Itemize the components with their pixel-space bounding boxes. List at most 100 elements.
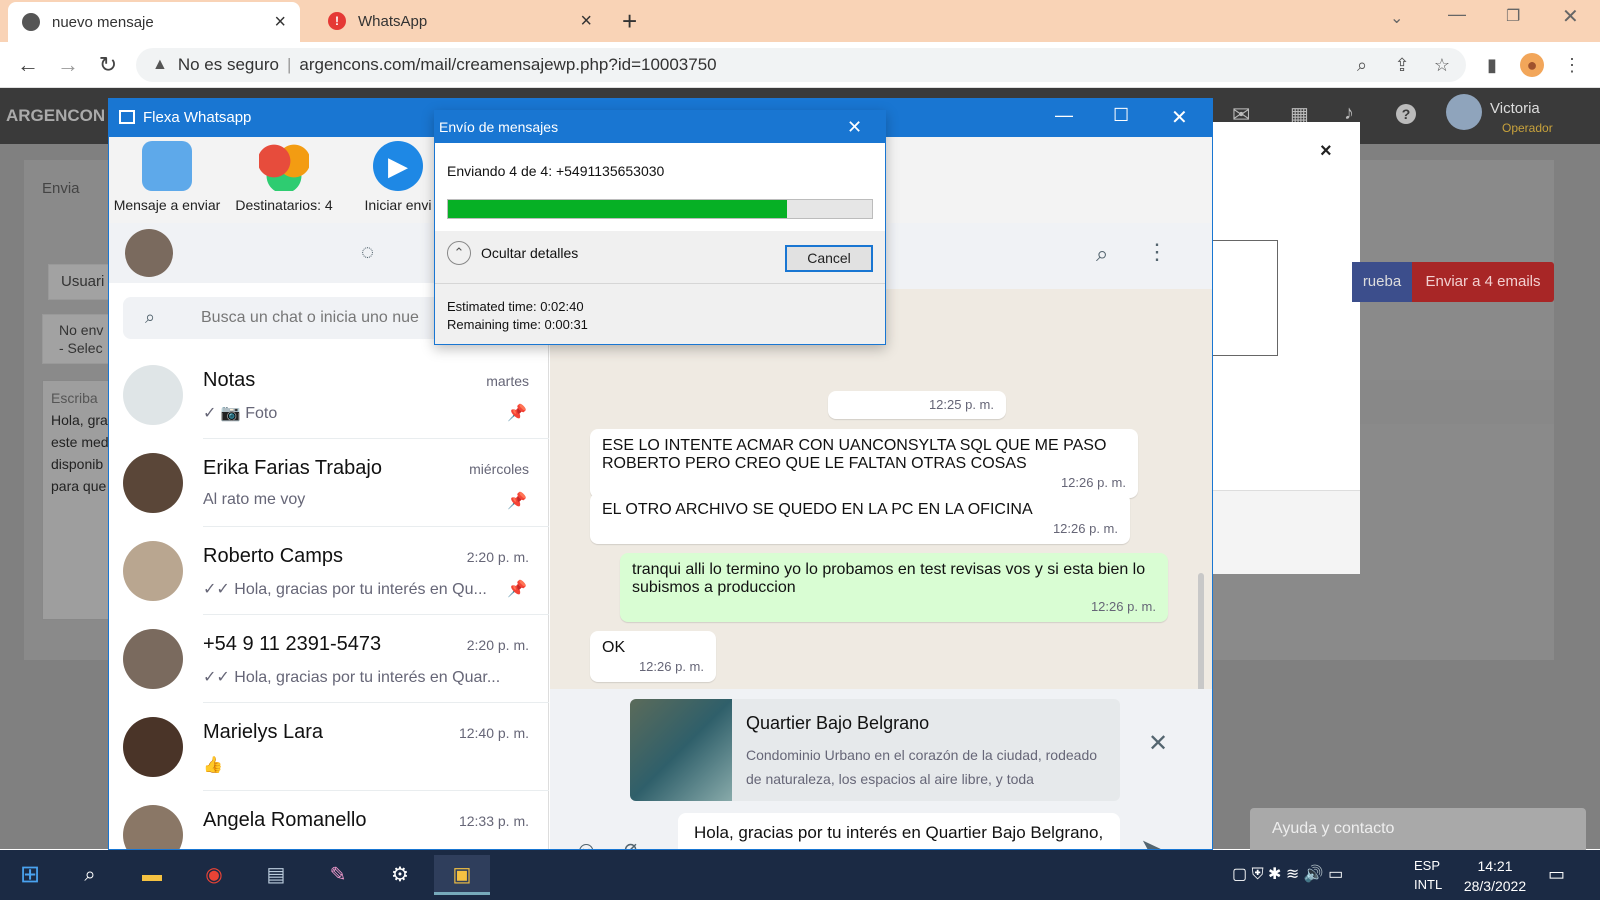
envia-label: Envia [42, 180, 80, 197]
menu-icon[interactable]: ⋮ [1560, 53, 1584, 77]
windows-start-icon[interactable]: ⊞ [2, 855, 58, 895]
attach-icon[interactable]: ⌀ [624, 835, 637, 849]
recipients-select[interactable]: No env - Selec [42, 314, 114, 364]
scrollbar[interactable] [1198, 573, 1204, 693]
flexa-title: Flexa Whatsapp [143, 109, 252, 126]
close-icon[interactable]: ✕ [1171, 105, 1188, 130]
warning-icon: ! [328, 12, 346, 30]
tab-nuevo-mensaje[interactable]: nuevo mensaje × [8, 2, 300, 42]
help-icon[interactable]: ? [1396, 104, 1416, 124]
tab-title: WhatsApp [358, 12, 428, 30]
tray-icons[interactable]: ▢ ⛨ ✱ ≋ 🔊 ▭ [1232, 864, 1343, 884]
search-icon: ⌕ [145, 307, 156, 327]
my-avatar[interactable] [125, 229, 173, 277]
paint-icon[interactable]: ✎ [310, 855, 366, 895]
close-icon[interactable]: × [580, 10, 592, 33]
message-bubble: 12:25 p. m. [828, 391, 1006, 419]
chat-item[interactable]: Marielys Lara 12:40 p. m. 👍 [109, 703, 549, 791]
settings-gear-icon[interactable]: ⚙ [372, 855, 428, 895]
send-status: Enviando 4 de 4: +5491135653030 [447, 163, 665, 179]
browser-tabbar: nuevo mensaje × ! WhatsApp × + ⌄ — ❐ ✕ [0, 0, 1600, 42]
help-contact-tab[interactable]: Ayuda y contacto [1250, 808, 1586, 850]
share-icon[interactable]: ⇪ [1390, 53, 1414, 77]
close-preview-icon[interactable]: ✕ [1148, 729, 1168, 758]
flexa-taskbar-icon[interactable]: ▣ [434, 855, 490, 895]
preview-description: Condominio Urbano en el corazón de la ci… [746, 747, 1098, 787]
tab-title: nuevo mensaje [52, 13, 154, 31]
link-preview[interactable]: Quartier Bajo Belgrano Condominio Urbano… [630, 699, 1120, 801]
pin-icon: 📌 [507, 405, 527, 422]
chat-bubbles-icon [142, 141, 192, 191]
notification-icon[interactable]: ▭ [1548, 864, 1565, 885]
message-bubble-out: tranqui alli lo termino yo lo probamos e… [620, 553, 1168, 622]
app-icon[interactable]: ▤ [248, 855, 304, 895]
progress-fill [448, 200, 787, 218]
details-toggle[interactable]: Ocultar detalles [481, 245, 578, 261]
pin-icon: 📌 [507, 493, 527, 510]
reload-icon[interactable]: ↻ [94, 51, 122, 79]
search-icon[interactable]: ⌕ [62, 855, 118, 895]
pin-icon: 📌 [507, 581, 527, 598]
send-test-button[interactable]: rueba [1352, 262, 1412, 302]
search-icon[interactable]: ⌕ [1096, 241, 1108, 267]
chat-item[interactable]: Roberto Camps 2:20 p. m. ✓✓ Hola, gracia… [109, 527, 549, 615]
message-input[interactable]: Hola, gracias por tu interés en Quartier… [678, 813, 1120, 849]
start-send-button[interactable]: ▶ Iniciar envi [353, 141, 443, 213]
address-bar[interactable]: ▲ No es seguro | argencons.com/mail/crea… [136, 48, 1466, 82]
user-role: Operador [1502, 121, 1553, 135]
user-avatar[interactable] [1446, 94, 1482, 130]
play-icon: ▶ [373, 141, 423, 191]
estimated-time: Estimated time: 0:02:40 [447, 299, 584, 314]
people-group-icon [259, 141, 309, 191]
tab-whatsapp[interactable]: ! WhatsApp × [314, 0, 606, 42]
close-window-icon[interactable]: ✕ [1562, 4, 1579, 29]
close-icon[interactable]: × [274, 11, 286, 34]
url-text: argencons.com/mail/creamensajewp.php?id=… [299, 55, 717, 74]
send-emails-button[interactable]: Enviar a 4 emails [1412, 262, 1554, 302]
restore-icon[interactable]: ❐ [1506, 6, 1520, 26]
modal-close-icon[interactable]: × [1320, 140, 1332, 163]
chat-item[interactable]: +54 9 11 2391-5473 2:20 p. m. ✓✓ Hola, g… [109, 615, 549, 703]
emoji-icon[interactable]: ☺ [574, 837, 599, 849]
recipients-button[interactable]: Destinatarios: 4 [229, 141, 339, 213]
profile-avatar[interactable]: ● [1520, 53, 1544, 77]
minimize-icon[interactable]: — [1055, 105, 1073, 126]
file-explorer-icon[interactable]: ▬ [124, 855, 180, 895]
globe-icon [22, 13, 40, 31]
preview-title: Quartier Bajo Belgrano [746, 713, 930, 733]
web-strip [1360, 380, 1554, 424]
forward-icon[interactable]: → [54, 51, 82, 79]
chrome-icon[interactable]: ◉ [186, 855, 242, 895]
chat-item[interactable]: Erika Farias Trabajo miércoles Al rato m… [109, 439, 549, 527]
dialog-title: Envío de mensajes [439, 119, 559, 135]
app-icon [119, 110, 135, 124]
zoom-icon[interactable]: ⌕ [1350, 53, 1374, 77]
message-to-send-button[interactable]: Mensaje a enviar [111, 141, 223, 213]
minimize-icon[interactable]: — [1448, 4, 1466, 25]
star-icon[interactable]: ☆ [1430, 53, 1454, 77]
avatar [123, 453, 183, 513]
sidepanel-icon[interactable]: ▮ [1480, 53, 1504, 77]
cancel-button[interactable]: Cancel [785, 245, 873, 272]
chat-item[interactable]: Notas martes ✓ 📷 Foto 📌 [109, 351, 549, 439]
tab-search-icon[interactable]: ⌄ [1390, 8, 1403, 28]
maximize-icon[interactable]: ☐ [1113, 105, 1129, 126]
avatar [123, 717, 183, 777]
avatar [123, 805, 183, 849]
usuario-field[interactable]: Usuari [48, 264, 114, 300]
close-icon[interactable]: ✕ [847, 111, 862, 143]
status-icon[interactable]: ◌ [361, 239, 374, 265]
message-bubble: EL OTRO ARCHIVO SE QUEDO EN LA PC EN LA … [590, 493, 1130, 544]
message-textarea[interactable]: Escriba Hola, gra este med disponib para… [42, 380, 114, 620]
menu-dots-icon[interactable]: ⋮ [1146, 239, 1168, 265]
dialog-titlebar: Envío de mensajes ✕ [435, 111, 885, 143]
keyboard-layout[interactable]: ESP INTL [1414, 858, 1442, 892]
new-tab-button[interactable]: + [622, 6, 637, 37]
back-icon[interactable]: ← [14, 51, 42, 79]
send-icon[interactable]: ➤ [1140, 833, 1162, 849]
message-bubble: OK 12:26 p. m. [590, 631, 716, 682]
clock[interactable]: 14:21 28/3/2022 [1456, 858, 1534, 894]
chevron-up-icon[interactable]: ⌃ [447, 241, 471, 265]
chat-item[interactable]: Angela Romanello 12:33 p. m. [109, 791, 549, 849]
modal-footer [1190, 490, 1360, 574]
